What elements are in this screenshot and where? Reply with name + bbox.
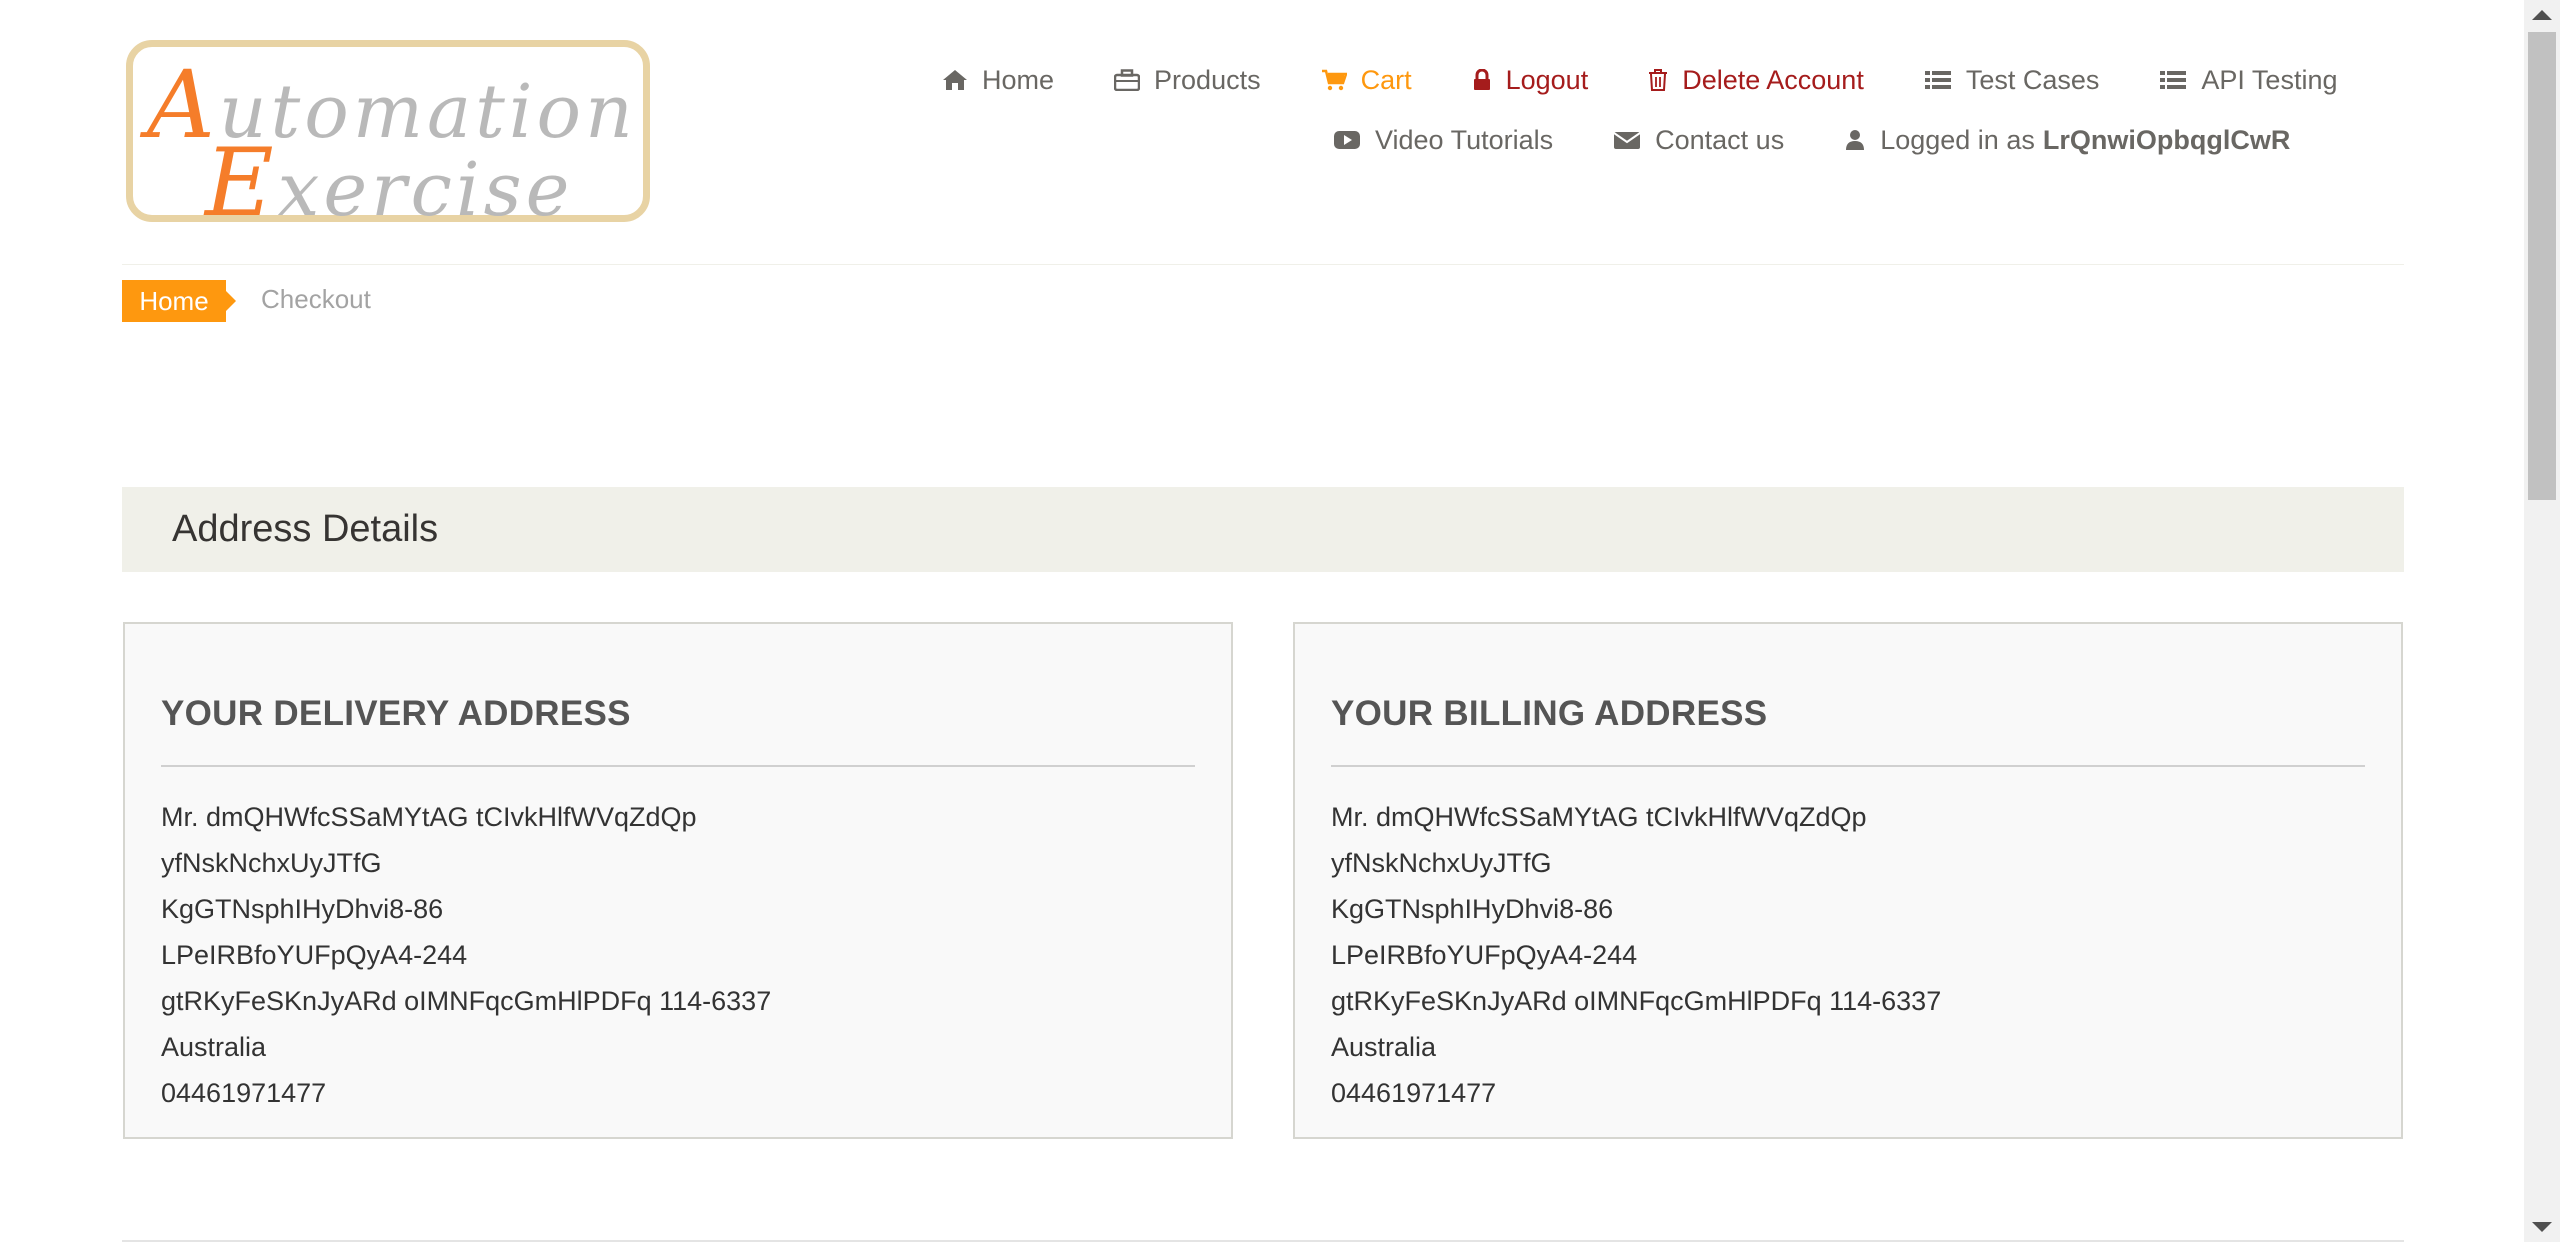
- address-company: yfNskNchxUyJTfG: [161, 848, 382, 878]
- envelope-icon: [1613, 129, 1641, 151]
- address-country: Australia: [1331, 1032, 1437, 1062]
- address-phone: 04461971477: [161, 1078, 327, 1108]
- billing-divider: [1331, 765, 2365, 767]
- nav-contact-us-label: Contact us: [1655, 124, 1785, 155]
- delivery-divider: [161, 765, 1195, 767]
- nav-cart[interactable]: Cart: [1321, 65, 1412, 96]
- list-icon: [1924, 69, 1952, 91]
- scroll-up-arrow[interactable]: [2532, 10, 2552, 20]
- nav-api-testing[interactable]: API Testing: [2159, 65, 2337, 96]
- address-details-heading: Address Details: [122, 487, 2404, 572]
- address-country: Australia: [161, 1032, 267, 1062]
- delivery-address-lines: Mr. dmQHWfcSSaMYtAG tCIvkHlfWVqZdQp yfNs…: [161, 794, 771, 1116]
- nav-cart-label: Cart: [1360, 64, 1412, 95]
- breadcrumb-home[interactable]: Home: [122, 280, 236, 322]
- briefcase-icon: [1114, 69, 1141, 91]
- delivery-address-title: YOUR DELIVERY ADDRESS: [161, 694, 631, 733]
- user-icon: [1844, 129, 1866, 151]
- address-line-2: LPeIRBfoYUFpQyA4-244: [1331, 940, 1638, 970]
- address-city-state-zip: gtRKyFeSKnJyARd oIMNFqcGmHlPDFq 114-6337: [1331, 986, 1942, 1016]
- address-name: Mr. dmQHWfcSSaMYtAG tCIvkHlfWVqZdQp: [1331, 802, 1867, 832]
- logged-in-prefix: Logged in as: [1880, 124, 2035, 155]
- logged-in-username: LrQnwiOpbqglCwR: [2042, 124, 2291, 155]
- nav-test-cases[interactable]: Test Cases: [1924, 64, 2100, 96]
- nav-delete-account-label: Delete Account: [1682, 64, 1864, 95]
- main-nav-row-2: Video Tutorials Contact us Logged in as …: [1333, 120, 2290, 160]
- billing-address-lines: Mr. dmQHWfcSSaMYtAG tCIvkHlfWVqZdQp yfNs…: [1331, 794, 1941, 1116]
- header-divider: [122, 264, 2404, 265]
- cart-icon: [1321, 69, 1347, 91]
- nav-api-testing-label: API Testing: [2201, 64, 2338, 95]
- breadcrumb-current: Checkout: [261, 284, 371, 314]
- nav-contact-us[interactable]: Contact us: [1613, 125, 1784, 156]
- address-line-1: KgGTNsphIHyDhvi8-86: [1331, 894, 1614, 924]
- home-icon: [942, 69, 968, 91]
- nav-products[interactable]: Products: [1114, 65, 1261, 96]
- nav-video-tutorials[interactable]: Video Tutorials: [1333, 125, 1553, 156]
- nav-logout-label: Logout: [1505, 64, 1589, 95]
- list-icon: [2159, 69, 2187, 91]
- scroll-down-arrow[interactable]: [2532, 1222, 2552, 1232]
- lock-icon: [1472, 69, 1492, 91]
- address-name: Mr. dmQHWfcSSaMYtAG tCIvkHlfWVqZdQp: [161, 802, 697, 832]
- address-phone: 04461971477: [1331, 1078, 1497, 1108]
- nav-home[interactable]: Home: [942, 65, 1054, 96]
- trash-icon: [1648, 69, 1668, 91]
- site-logo[interactable]: Automation Exercise: [126, 40, 650, 238]
- nav-test-cases-label: Test Cases: [1965, 64, 2100, 95]
- address-city-state-zip: gtRKyFeSKnJyARd oIMNFqcGmHlPDFq 114-6337: [161, 986, 772, 1016]
- nav-logged-in-as[interactable]: Logged in as LrQnwiOpbqglCwR: [1844, 125, 2290, 156]
- logo-line-2: Exercise: [205, 129, 574, 238]
- nav-home-label: Home: [982, 64, 1055, 95]
- delivery-address-box: YOUR DELIVERY ADDRESS Mr. dmQHWfcSSaMYtA…: [123, 622, 1233, 1139]
- main-nav: Home Products Cart Logout Delete Account…: [942, 60, 2337, 100]
- youtube-play-icon: [1333, 129, 1361, 151]
- nav-logout[interactable]: Logout: [1472, 64, 1589, 96]
- nav-products-label: Products: [1154, 64, 1261, 95]
- address-line-1: KgGTNsphIHyDhvi8-86: [161, 894, 444, 924]
- page-scrollbar[interactable]: [2524, 0, 2560, 1242]
- billing-address-title: YOUR BILLING ADDRESS: [1331, 694, 1768, 733]
- nav-delete-account[interactable]: Delete Account: [1648, 65, 1864, 96]
- address-company: yfNskNchxUyJTfG: [1331, 848, 1552, 878]
- address-line-2: LPeIRBfoYUFpQyA4-244: [161, 940, 468, 970]
- nav-video-tutorials-label: Video Tutorials: [1375, 124, 1554, 155]
- scroll-thumb[interactable]: [2528, 32, 2556, 500]
- billing-address-box: YOUR BILLING ADDRESS Mr. dmQHWfcSSaMYtAG…: [1293, 622, 2403, 1139]
